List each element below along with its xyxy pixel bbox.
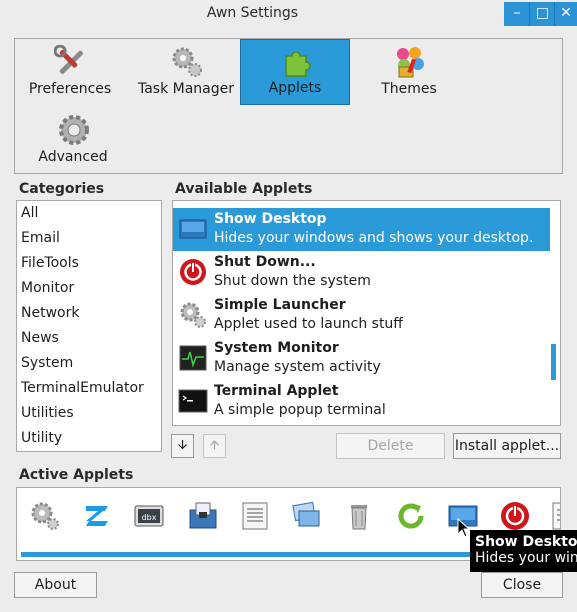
svg-text:dbx: dbx xyxy=(142,513,157,522)
about-button[interactable]: About xyxy=(14,572,97,598)
applets-scrollbar[interactable] xyxy=(551,344,556,380)
move-down-button[interactable]: 🡫 xyxy=(171,434,194,458)
window-title: Awn Settings xyxy=(206,5,299,21)
applet-name: Terminal Applet xyxy=(214,383,339,399)
tab-label: Applets xyxy=(268,80,322,96)
tab-label: Task Manager xyxy=(137,81,235,97)
power-icon[interactable] xyxy=(499,500,531,532)
monitor-icon xyxy=(179,345,207,371)
applet-description: Shut down the system xyxy=(214,273,371,289)
close-button[interactable]: Close xyxy=(481,572,563,598)
tooltip-title: Show Desktop xyxy=(475,534,577,550)
mouse-cursor-icon xyxy=(457,518,471,538)
applet-description: Manage system activity xyxy=(214,359,381,375)
available-applets-list: Show Desktop Hides your windows and show… xyxy=(172,200,561,426)
applet-description: Hides your windows and shows your deskto… xyxy=(214,230,534,246)
category-item-email[interactable]: Email xyxy=(17,226,161,251)
applet-name: System Monitor xyxy=(214,340,339,356)
gears-icon xyxy=(180,302,206,328)
tab-task-manager[interactable]: Task Manager xyxy=(131,39,241,105)
install-applet-button[interactable]: Install applet... xyxy=(453,433,561,459)
minimize-button[interactable]: – xyxy=(504,2,530,26)
applet-name: Simple Launcher xyxy=(214,297,346,313)
active-applets-heading: Active Applets xyxy=(19,467,134,483)
delete-button[interactable]: Delete xyxy=(336,433,445,459)
windows-icon[interactable] xyxy=(291,500,323,532)
paint-icon xyxy=(397,47,424,78)
applet-description: Applet used to launch stuff xyxy=(214,316,403,332)
applet-description: A simple popup terminal xyxy=(214,402,386,418)
category-item-network[interactable]: Network xyxy=(17,301,161,326)
gear-icon xyxy=(59,115,89,145)
tab-applets[interactable]: Applets xyxy=(240,39,350,105)
close-window-button[interactable]: ✕ xyxy=(554,2,577,26)
applet-row-shut-down[interactable]: Shut Down... Shut down the system xyxy=(173,251,550,294)
category-item-system[interactable]: System xyxy=(17,351,161,376)
power-icon xyxy=(180,259,206,285)
applet-name: Shut Down... xyxy=(214,254,316,270)
gears-icon[interactable] xyxy=(29,500,61,532)
settings-categories-panel: Preferences Task Manager Applets Themes xyxy=(14,38,563,174)
category-item-monitor[interactable]: Monitor xyxy=(17,276,161,301)
refresh-icon[interactable] xyxy=(395,500,427,532)
trash-icon[interactable] xyxy=(343,500,375,532)
available-applets-heading: Available Applets xyxy=(175,181,313,197)
category-item-news[interactable]: News xyxy=(17,326,161,351)
applet-name: Show Desktop xyxy=(214,211,327,227)
move-up-button[interactable]: 🡩 xyxy=(203,434,226,458)
tab-label: Preferences xyxy=(28,81,112,97)
tools-icon xyxy=(54,45,83,74)
category-item-utilities[interactable]: Utilities xyxy=(17,401,161,426)
applet-row-show-desktop[interactable]: Show Desktop Hides your windows and show… xyxy=(173,208,550,251)
categories-heading: Categories xyxy=(19,181,105,197)
list-icon[interactable] xyxy=(549,500,561,532)
category-item-terminalemulator[interactable]: TerminalEmulator xyxy=(17,376,161,401)
terminal-icon xyxy=(178,389,208,413)
gears-icon xyxy=(172,47,202,77)
tab-themes[interactable]: Themes xyxy=(354,39,464,105)
applet-row-simple-launcher[interactable]: Simple Launcher Applet used to launch st… xyxy=(173,294,550,337)
category-item-utility[interactable]: Utility xyxy=(17,426,161,451)
categories-list: All Email FileTools Monitor Network News… xyxy=(16,200,162,452)
applet-tooltip: Show Desktop Hides your windows and show… xyxy=(470,530,577,572)
tab-preferences[interactable]: Preferences xyxy=(15,39,125,105)
tab-advanced[interactable]: Advanced xyxy=(18,107,128,173)
notes-icon[interactable] xyxy=(239,500,271,532)
tooltip-text: Hides your windows and shows your deskto… xyxy=(475,550,577,566)
zorin-icon[interactable] xyxy=(81,500,113,532)
puzzle-icon xyxy=(285,51,311,77)
applet-row-system-monitor[interactable]: System Monitor Manage system activity xyxy=(173,337,550,380)
title-bar: Awn Settings – □ ✕ xyxy=(0,0,577,28)
tab-label: Advanced xyxy=(38,149,108,165)
maximize-button[interactable]: □ xyxy=(529,2,555,26)
category-item-all[interactable]: All xyxy=(17,201,161,226)
tab-label: Themes xyxy=(381,81,437,97)
category-item-filetools[interactable]: FileTools xyxy=(17,251,161,276)
applet-row-terminal-applet[interactable]: Terminal Applet A simple popup terminal xyxy=(173,380,550,423)
desktop-icon xyxy=(179,219,207,239)
save-icon[interactable] xyxy=(187,500,219,532)
dbx-icon[interactable]: dbx xyxy=(133,500,165,532)
